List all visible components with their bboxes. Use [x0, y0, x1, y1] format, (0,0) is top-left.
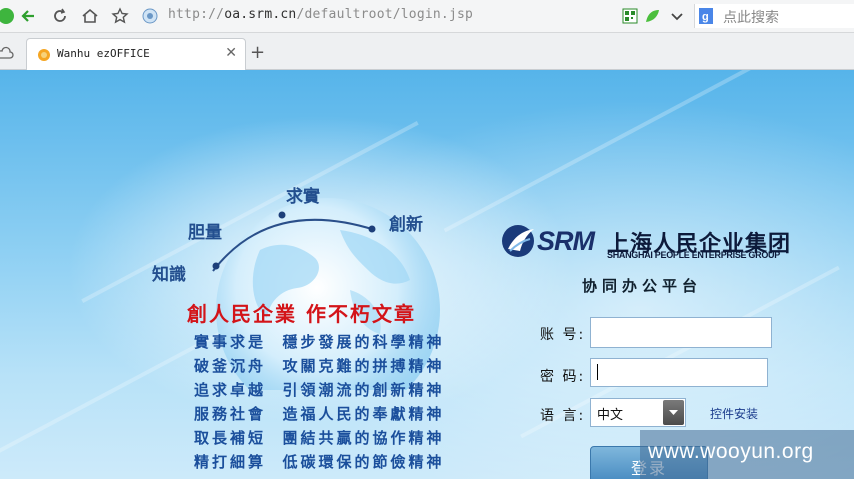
chevron-down-icon — [669, 410, 678, 415]
new-tab-button[interactable]: + — [250, 42, 265, 63]
search-engine-icon[interactable]: g — [699, 8, 717, 28]
language-select[interactable]: 中文 — [590, 398, 686, 427]
arc-word-courage: 胆量 — [188, 223, 222, 243]
url-text: http://oa.srm.cn/defaultroot/login.jsp — [168, 7, 474, 22]
company-name-en: SHANGHAI PEOPLE ENTERPRISE GROUP — [607, 250, 780, 260]
watermark-text: www.wooyun.org — [648, 440, 814, 463]
leaf-icon[interactable] — [644, 8, 660, 28]
cloud-icon[interactable] — [0, 45, 14, 64]
browser-toolbar: http://oa.srm.cn/defaultroot/login.jsp g… — [0, 0, 854, 33]
tab-bar: Wanhu ezOFFICE ✕ + — [0, 33, 854, 70]
language-select-value: 中文 — [597, 408, 624, 423]
login-page: 知識 胆量 求實 創新 創人民企業 作不朽文章 實事求是 穩步發展的科學精神 破… — [0, 70, 854, 479]
account-input[interactable] — [590, 317, 772, 348]
favicon-icon — [37, 47, 51, 66]
password-input[interactable] — [590, 358, 768, 387]
search-box[interactable]: g 点此搜索 — [694, 4, 854, 28]
password-label: 密 码: — [540, 369, 586, 385]
platform-title: 协同办公平台 — [582, 277, 703, 295]
tab-active[interactable]: Wanhu ezOFFICE ✕ — [26, 38, 246, 70]
company-logo-text: SRM — [537, 226, 595, 256]
svg-text:g: g — [702, 11, 709, 23]
refresh-icon[interactable] — [48, 4, 72, 28]
qrcode-icon[interactable] — [622, 8, 638, 28]
globe-icon — [142, 8, 158, 28]
chevron-down-icon[interactable] — [670, 9, 684, 28]
arc-word-truth: 求實 — [286, 187, 320, 207]
motto-row: 精打細算 低碳環保的節儉精神 — [194, 453, 445, 471]
company-logo-icon — [502, 225, 534, 257]
language-label: 语 言: — [540, 408, 586, 424]
motto-row: 取長補短 團結共贏的協作精神 — [194, 429, 445, 447]
star-icon[interactable] — [108, 4, 132, 28]
search-input[interactable]: 点此搜索 — [723, 7, 779, 27]
arc-word-innovation: 創新 — [389, 215, 423, 235]
text-cursor — [597, 364, 598, 380]
account-label: 账 号: — [540, 327, 586, 343]
close-icon[interactable]: ✕ — [225, 45, 237, 61]
plugin-install-link[interactable]: 控件安装 — [710, 405, 758, 422]
tab-title: Wanhu ezOFFICE — [57, 47, 150, 60]
motto-row: 服務社會 造福人民的奉獻精神 — [194, 405, 445, 423]
arc-word-knowledge: 知識 — [152, 265, 186, 285]
arc-decoration — [212, 211, 376, 272]
dropdown-button[interactable] — [663, 400, 684, 425]
slogan: 創人民企業 作不朽文章 — [187, 302, 416, 326]
back-icon[interactable] — [16, 4, 40, 28]
motto-row: 實事求是 穩步發展的科學精神 — [194, 333, 445, 351]
home-icon[interactable] — [78, 4, 102, 28]
motto-row: 破釜沉舟 攻關克難的拼搏精神 — [194, 357, 445, 375]
motto-row: 追求卓越 引領潮流的創新精神 — [194, 381, 445, 399]
